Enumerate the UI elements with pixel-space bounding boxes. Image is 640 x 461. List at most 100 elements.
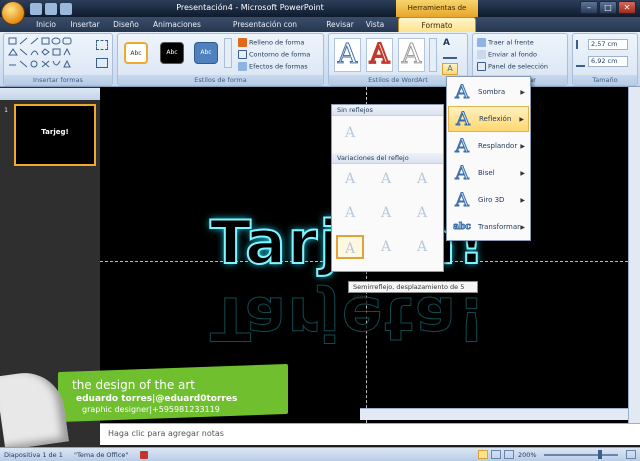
- thumbnail-text: Tarjeg!: [41, 128, 69, 136]
- menu-item-label: Resplandor: [478, 142, 518, 150]
- wordart-style-1[interactable]: A: [334, 38, 361, 72]
- quick-access-toolbar: [30, 1, 72, 16]
- shape-fill-label: Relleno de forma: [249, 38, 305, 47]
- text-box-icon[interactable]: [96, 58, 108, 68]
- reflection-option-5[interactable]: A: [372, 201, 400, 225]
- menu-item-giro-3d[interactable]: A Giro 3D ▶: [448, 187, 529, 213]
- selection-pane-button[interactable]: Panel de selección: [477, 62, 548, 71]
- menu-item-bisel[interactable]: A Bisel ▶: [448, 160, 529, 186]
- width-icon: [576, 58, 585, 67]
- shapes-gallery[interactable]: [8, 37, 94, 73]
- rotation-3d-icon: A: [455, 189, 470, 211]
- reflection-option-4[interactable]: A: [336, 201, 364, 225]
- reflection-option-6[interactable]: A: [408, 201, 436, 225]
- zoom-level: 200%: [518, 451, 537, 459]
- save-icon[interactable]: [30, 2, 42, 15]
- reflection-option-3[interactable]: A: [408, 167, 436, 191]
- notes-placeholder: Haga clic para agregar notas: [108, 429, 224, 438]
- send-back-button[interactable]: Enviar al fondo: [477, 50, 537, 59]
- reflection-none-option[interactable]: A: [336, 121, 364, 145]
- status-bar: Diapositiva 1 de 1 "Tema de Office" 200%: [0, 447, 640, 461]
- slideshow-view-icon[interactable]: [504, 450, 514, 459]
- tab-vista[interactable]: Vista: [361, 17, 389, 32]
- shape-effects-label: Efectos de formas: [249, 62, 308, 71]
- shape-style-swatch-2[interactable]: Abc: [160, 42, 184, 64]
- text-outline-icon[interactable]: [443, 51, 457, 59]
- shape-outline-button[interactable]: Contorno de forma: [238, 50, 310, 59]
- group-insertar-formas: Insertar formas: [3, 33, 113, 86]
- shape-style-swatch-1[interactable]: Abc: [124, 42, 148, 64]
- submenu-arrow-icon: ▶: [520, 169, 525, 177]
- redo-icon[interactable]: [60, 2, 72, 15]
- width-input[interactable]: 6,92 cm: [588, 56, 628, 67]
- menu-item-label: Transformar: [478, 223, 520, 231]
- reflection-variations-header: Variaciones del reflejo: [332, 153, 443, 164]
- bring-front-label: Traer al frente: [488, 38, 534, 47]
- menu-item-sombra[interactable]: A Sombra ▶: [448, 79, 529, 105]
- text-effects-button[interactable]: A: [442, 63, 458, 75]
- minimize-button[interactable]: –: [580, 1, 598, 14]
- submenu-arrow-icon: ▶: [520, 88, 525, 96]
- group-label-insertar-formas: Insertar formas: [4, 75, 112, 85]
- office-button[interactable]: [2, 2, 24, 24]
- horizontal-scrollbar[interactable]: [360, 408, 628, 420]
- effects-icon: [238, 62, 247, 71]
- menu-item-transformar[interactable]: abc Transformar ▶: [448, 214, 529, 240]
- style-gallery-scroll[interactable]: [224, 38, 232, 68]
- shape-style-swatch-3[interactable]: Abc: [194, 42, 218, 64]
- close-button[interactable]: ✕: [618, 1, 636, 14]
- tab-diseno[interactable]: Diseño: [108, 17, 144, 32]
- shape-outline-label: Contorno de forma: [249, 50, 311, 59]
- sorter-view-icon[interactable]: [491, 450, 501, 459]
- group-estilos-forma: Abc Abc Abc Relleno de forma Contorno de…: [117, 33, 324, 86]
- wordart-style-2[interactable]: A: [366, 38, 393, 72]
- zoom-slider[interactable]: [544, 454, 618, 456]
- selection-pane-label: Panel de selección: [488, 62, 549, 71]
- zoom-slider-thumb[interactable]: [598, 450, 602, 459]
- fit-slide-icon[interactable]: [626, 450, 636, 459]
- menu-item-reflexion[interactable]: A Reflexión ▶: [448, 106, 529, 132]
- reflection-option-1[interactable]: A: [336, 167, 364, 191]
- normal-view-icon[interactable]: [478, 450, 488, 459]
- shape-effects-button[interactable]: Efectos de formas: [238, 62, 308, 71]
- banner-line-3: graphic designer|+595981233119: [82, 405, 220, 414]
- edit-shape-icon[interactable]: [96, 40, 108, 50]
- wordart-style-3[interactable]: A: [398, 38, 425, 72]
- transform-icon: abc: [453, 222, 472, 233]
- menu-item-resplandor[interactable]: A Resplandor ▶: [448, 133, 529, 159]
- bevel-icon: A: [455, 162, 470, 184]
- slide-thumbnail[interactable]: Tarjeg!: [14, 104, 96, 166]
- tab-presentacion[interactable]: Presentación con diapositivas: [210, 17, 320, 44]
- maximize-button[interactable]: □: [599, 1, 617, 14]
- shape-fill-button[interactable]: Relleno de forma: [238, 38, 304, 47]
- tab-formato[interactable]: Formato: [398, 17, 476, 32]
- height-input[interactable]: 2,57 cm: [588, 39, 628, 50]
- submenu-arrow-icon: ▶: [519, 115, 524, 123]
- text-fill-icon[interactable]: A: [443, 38, 459, 48]
- banner-line-2: eduardo torres|@eduard0torres: [76, 394, 238, 404]
- slide-number: 1: [4, 106, 9, 114]
- wordart-gallery-scroll[interactable]: [429, 38, 437, 72]
- banner-line-1: the design of the art: [72, 378, 196, 392]
- group-label-estilos-forma: Estilos de forma: [118, 75, 323, 85]
- vertical-scrollbar[interactable]: [628, 87, 640, 423]
- send-back-icon: [477, 50, 486, 59]
- reflection-option-7-selected[interactable]: A: [336, 235, 364, 259]
- spelling-icon[interactable]: [140, 451, 148, 459]
- tab-insertar[interactable]: Insertar: [66, 17, 104, 32]
- bring-front-icon: [477, 38, 486, 47]
- drawing-tools-context-tab: Herramientas de dibujo: [396, 0, 478, 29]
- reflection-option-2[interactable]: A: [372, 167, 400, 191]
- reflection-option-9[interactable]: A: [408, 235, 436, 259]
- bring-front-button[interactable]: Traer al frente: [477, 38, 534, 47]
- notes-pane[interactable]: Haga clic para agregar notas: [100, 423, 640, 445]
- group-label-tamano: Tamaño: [573, 75, 637, 85]
- tab-revisar[interactable]: Revisar: [323, 17, 357, 32]
- submenu-arrow-icon: ▶: [520, 142, 525, 150]
- reflection-option-8[interactable]: A: [372, 235, 400, 259]
- tab-animaciones[interactable]: Animaciones: [148, 17, 206, 32]
- tab-inicio[interactable]: Inicio: [30, 17, 62, 32]
- slides-pane-tabs[interactable]: [0, 88, 100, 100]
- undo-icon[interactable]: [45, 2, 57, 15]
- window-title: Presentación4 - Microsoft PowerPoint: [176, 3, 324, 12]
